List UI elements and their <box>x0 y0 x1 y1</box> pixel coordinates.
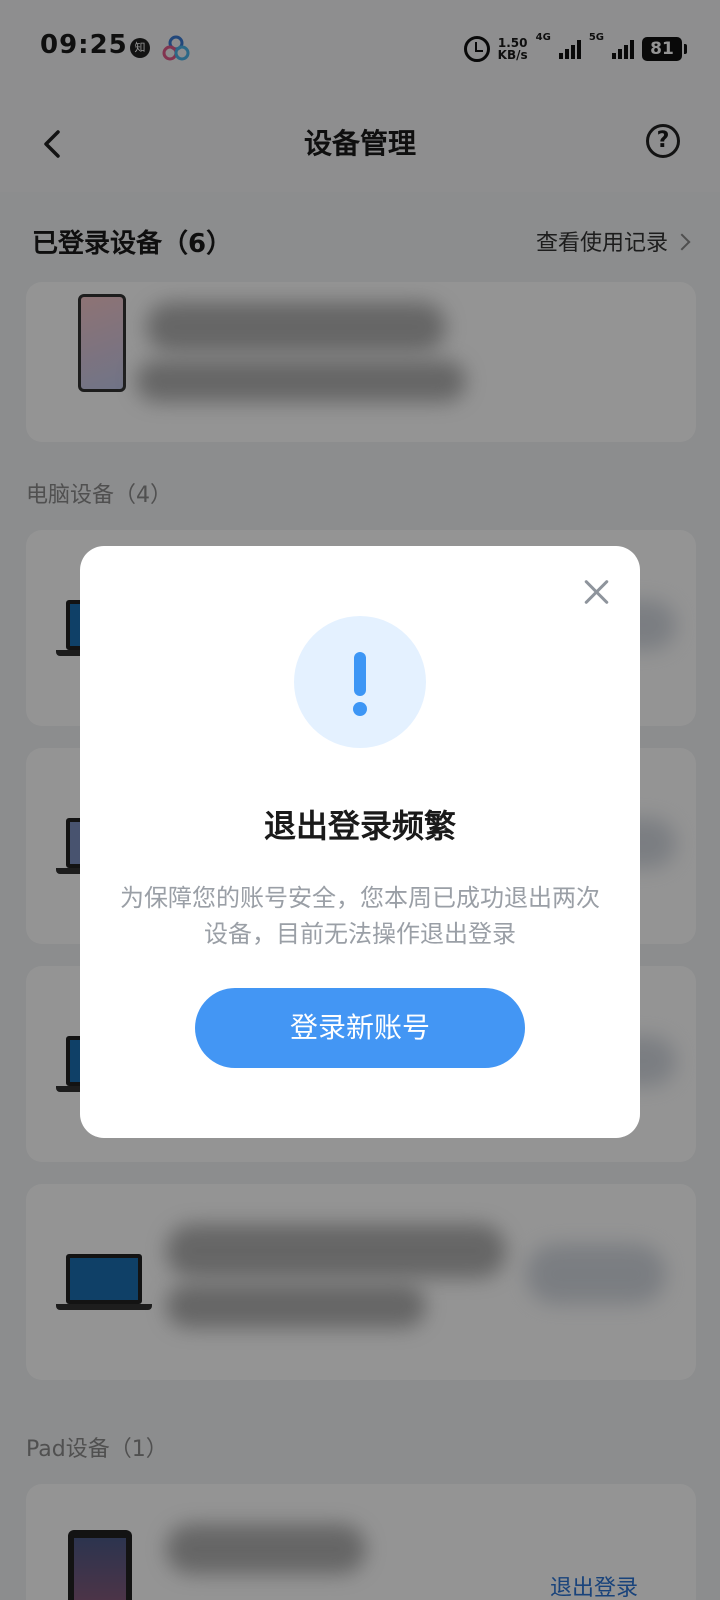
dialog-title: 退出登录频繁 <box>263 807 456 845</box>
login-new-account-button[interactable]: 登录新账号 <box>195 988 525 1068</box>
exclamation-icon <box>294 616 426 748</box>
logout-limit-dialog: 退出登录频繁 为保障您的账号安全，您本周已成功退出两次设备，目前无法操作退出登录… <box>80 546 640 1138</box>
dialog-message: 为保障您的账号安全，您本周已成功退出两次设备，目前无法操作退出登录 <box>120 884 600 948</box>
close-icon[interactable] <box>580 576 612 608</box>
